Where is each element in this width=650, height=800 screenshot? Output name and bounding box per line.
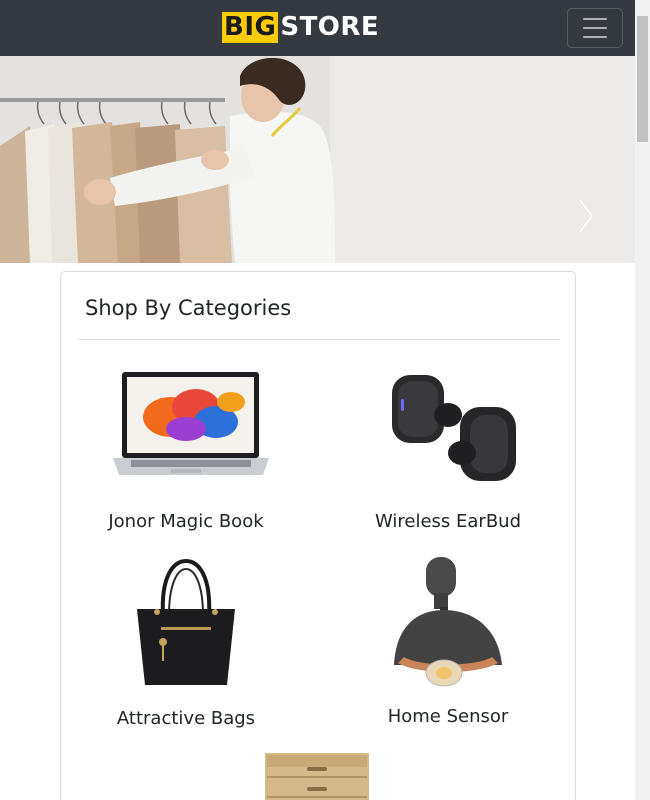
menu-toggle-button[interactable]	[567, 8, 623, 48]
scrollbar-thumb[interactable]	[637, 16, 648, 142]
hamburger-icon-line	[583, 27, 607, 29]
hamburger-icon	[583, 18, 607, 20]
chevron-right-icon[interactable]	[574, 196, 598, 236]
category-item-laptop[interactable]: Jonor Magic Book	[71, 367, 301, 532]
logo-store-text: STORE	[280, 12, 380, 42]
category-item-home-sensor[interactable]: Home Sensor	[333, 555, 563, 727]
hamburger-icon-line	[583, 36, 607, 38]
brand-logo[interactable]: BIG STORE	[222, 12, 379, 43]
page-scrollbar[interactable]	[635, 0, 650, 800]
earbuds-image	[392, 375, 516, 481]
drawer-cabinet-image	[265, 753, 369, 800]
category-item-earbuds[interactable]: Wireless EarBud	[333, 367, 563, 532]
handbag-image	[137, 558, 235, 685]
category-label[interactable]: Jonor Magic Book	[71, 511, 301, 532]
category-label[interactable]: Wireless EarBud	[333, 511, 563, 532]
category-label[interactable]: Home Sensor	[333, 706, 563, 727]
category-label[interactable]: Attractive Bags	[71, 708, 301, 729]
category-item-cabinet[interactable]	[202, 753, 432, 800]
logo-big-text: BIG	[222, 12, 279, 43]
categories-title: Shop By Categories	[85, 296, 292, 320]
category-item-bags[interactable]: Attractive Bags	[71, 557, 301, 729]
hero-image	[0, 56, 635, 263]
categories-card: Shop By Categories Jonor Magic Book Wire…	[60, 271, 576, 800]
laptop-image	[113, 372, 269, 475]
navbar: BIG STORE	[0, 0, 635, 56]
lamp-image	[394, 557, 502, 687]
hero-carousel	[0, 56, 635, 263]
divider	[77, 339, 560, 340]
